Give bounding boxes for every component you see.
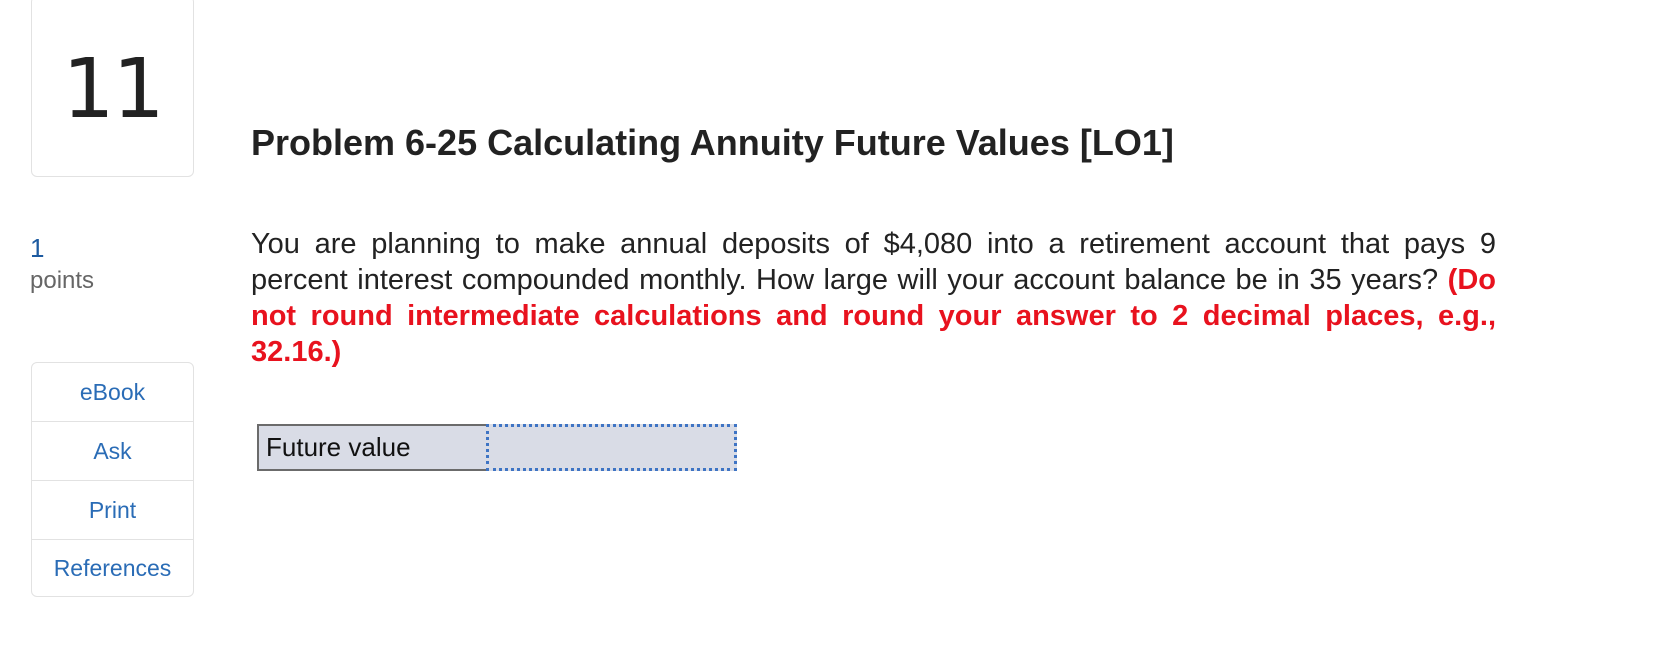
problem-body: You are planning to make annual deposits…	[251, 228, 1496, 296]
future-value-input[interactable]	[486, 424, 737, 471]
answer-table: Future value	[257, 424, 737, 471]
references-link[interactable]: References	[32, 540, 193, 596]
ebook-link[interactable]: eBook	[32, 363, 193, 422]
print-link[interactable]: Print	[32, 481, 193, 540]
ask-link[interactable]: Ask	[32, 422, 193, 481]
points-value: 1	[30, 233, 45, 263]
future-value-label: Future value	[257, 424, 486, 471]
question-number-box: 11	[31, 0, 194, 177]
points-indicator: 1 points	[30, 235, 94, 293]
side-menu: eBook Ask Print References	[31, 362, 194, 597]
problem-title: Problem 6-25 Calculating Annuity Future …	[251, 122, 1174, 163]
points-label: points	[30, 267, 95, 294]
problem-text: You are planning to make annual deposits…	[251, 226, 1496, 370]
question-number: 11	[62, 42, 164, 137]
